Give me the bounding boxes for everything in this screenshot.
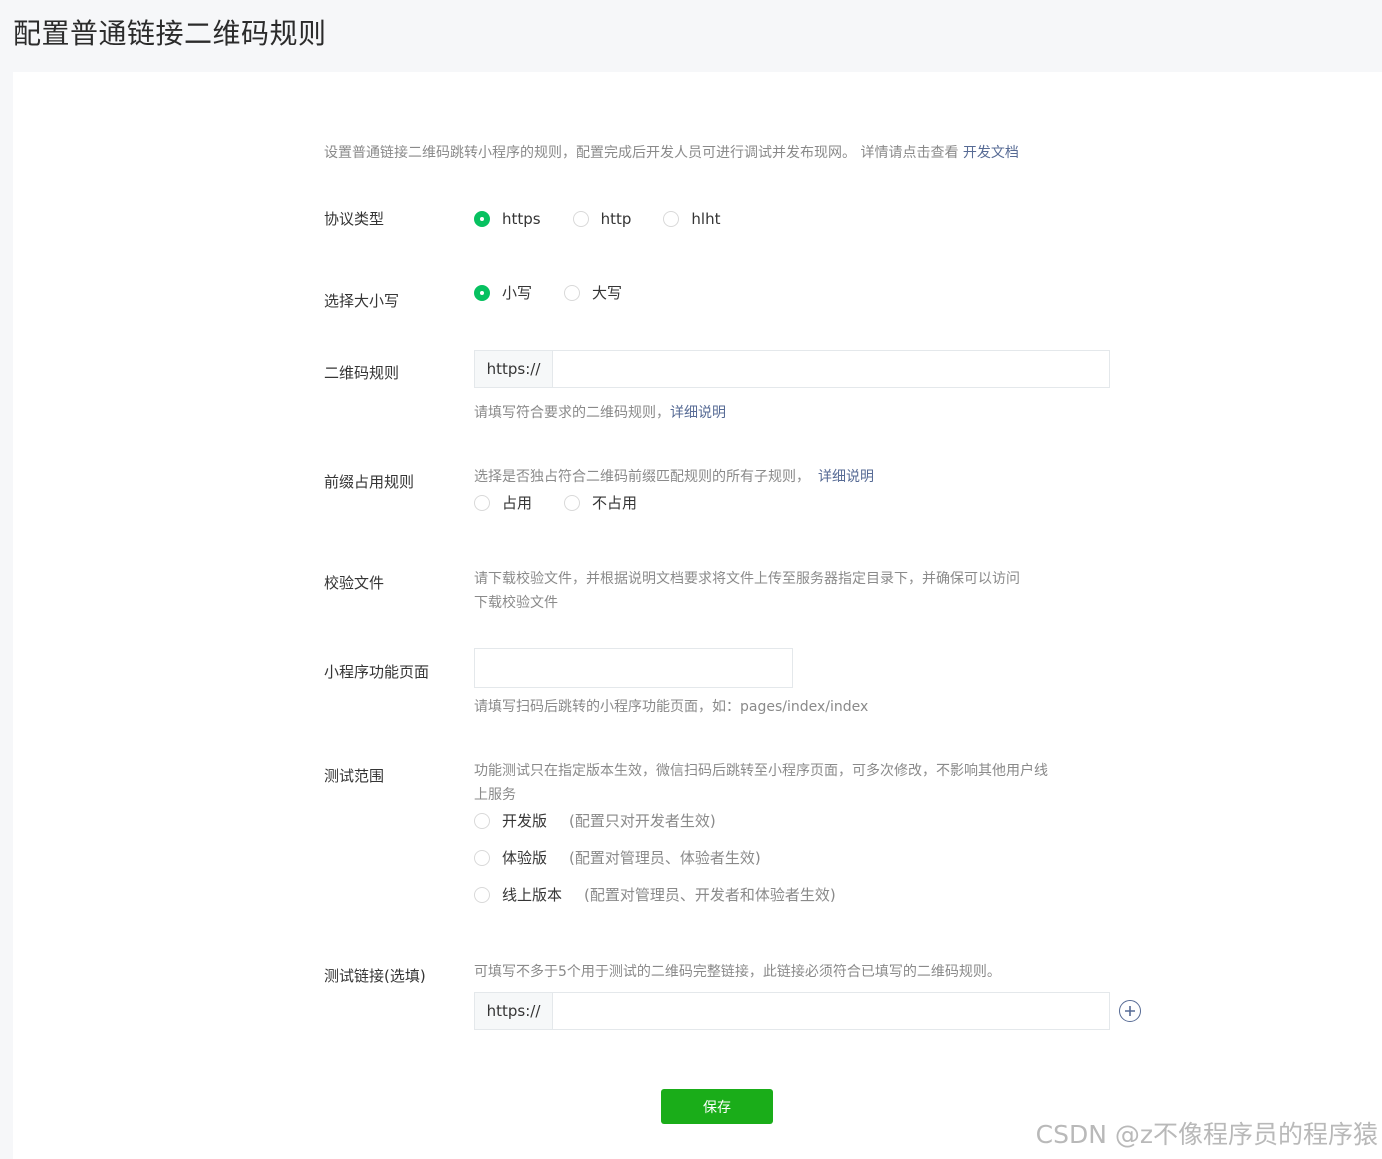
protocol-https-radio[interactable]: https	[474, 210, 541, 228]
case-label: 选择大小写	[324, 292, 400, 310]
radio-unchecked-icon	[572, 211, 589, 227]
test-link-hint: 可填写不多于5个用于测试的二维码完整链接，此链接必须符合已填写的二维码规则。	[474, 964, 1001, 980]
prefix-rule-label: 前缀占用规则	[324, 473, 415, 491]
test-link-prefix: https://	[475, 993, 553, 1029]
case-option-label: 小写	[502, 284, 533, 302]
qr-rule-prefix: https://	[475, 351, 553, 387]
intro-description: 设置普通链接二维码跳转小程序的规则，配置完成后开发人员可进行调试并发布现网。 详…	[324, 145, 963, 161]
page-title: 配置普通链接二维码规则	[13, 17, 327, 50]
prefix-rule-hint-text: 选择是否独占符合二维码前缀匹配规则的所有子规则，	[474, 469, 810, 485]
qr-rule-detail-link[interactable]: 详细说明	[670, 405, 726, 421]
test-link-input[interactable]	[553, 993, 1109, 1029]
protocol-option-label: http	[600, 210, 632, 228]
protocol-http-radio[interactable]: http	[572, 210, 632, 228]
protocol-label: 协议类型	[324, 210, 385, 228]
scope-option-name: 体验版	[502, 849, 548, 867]
radio-checked-icon	[474, 284, 490, 301]
test-scope-hint-line2: 上服务	[474, 787, 516, 803]
dev-docs-link[interactable]: 开发文档	[963, 145, 1019, 161]
case-option-label: 大写	[592, 284, 623, 302]
radio-unchecked-icon	[564, 284, 581, 301]
test-link-input-group: https://	[474, 992, 1110, 1030]
protocol-radio-group: https http hlht	[474, 210, 720, 228]
protocol-option-label: hlht	[691, 210, 721, 228]
prefix-option-label: 占用	[502, 494, 533, 512]
radio-unchecked-icon	[474, 812, 490, 829]
prefix-occupy-radio[interactable]: 占用	[474, 492, 532, 513]
test-link-label: 测试链接(选填)	[324, 967, 426, 985]
qr-rule-hint-text: 请填写符合要求的二维码规则，	[474, 405, 670, 421]
plus-icon	[1125, 1006, 1135, 1016]
watermark: CSDN @z不像程序员的程序猿	[1035, 1120, 1378, 1149]
prefix-not-occupy-radio[interactable]: 不占用	[564, 492, 637, 513]
mp-page-hint: 请填写扫码后跳转的小程序功能页面，如：pages/index/index	[474, 699, 869, 715]
radio-unchecked-icon	[564, 494, 581, 511]
case-lower-radio[interactable]: 小写	[474, 282, 532, 303]
radio-unchecked-icon	[474, 494, 490, 511]
radio-unchecked-icon	[663, 211, 680, 227]
scope-trial-radio[interactable]: 体验版 (配置对管理员、体验者生效)	[474, 847, 761, 868]
radio-unchecked-icon	[474, 886, 490, 903]
scope-option-name: 开发版	[502, 812, 548, 830]
qr-rule-label: 二维码规则	[324, 364, 400, 382]
mp-page-label: 小程序功能页面	[324, 663, 430, 681]
prefix-rule-detail-link[interactable]: 详细说明	[818, 469, 874, 485]
scope-dev-radio[interactable]: 开发版 (配置只对开发者生效)	[474, 810, 716, 831]
case-upper-radio[interactable]: 大写	[564, 282, 622, 303]
protocol-option-label: https	[502, 210, 541, 228]
prefix-rule-hint: 选择是否独占符合二维码前缀匹配规则的所有子规则， 详细说明	[474, 466, 874, 486]
prefix-option-label: 不占用	[592, 494, 638, 512]
scope-option-note: (配置对管理员、体验者生效)	[569, 849, 761, 867]
verify-file-label: 校验文件	[324, 574, 385, 592]
qr-rule-hint: 请填写符合要求的二维码规则，详细说明	[474, 402, 726, 422]
qr-rule-input[interactable]	[553, 351, 1109, 387]
prefix-rule-radio-group: 占用 不占用	[474, 492, 637, 513]
scope-option-note: (配置只对开发者生效)	[569, 812, 716, 830]
scope-online-radio[interactable]: 线上版本 (配置对管理员、开发者和体验者生效)	[474, 884, 836, 905]
add-test-link-button[interactable]	[1119, 1000, 1141, 1022]
save-button[interactable]: 保存	[661, 1089, 773, 1124]
protocol-hlht-radio[interactable]: hlht	[663, 210, 720, 228]
test-scope-hint-line1: 功能测试只在指定版本生效，微信扫码后跳转至小程序页面，可多次修改，不影响其他用户…	[474, 763, 1048, 779]
download-verify-file-link[interactable]: 下载校验文件	[474, 592, 558, 612]
radio-unchecked-icon	[474, 849, 490, 866]
intro-text: 设置普通链接二维码跳转小程序的规则，配置完成后开发人员可进行调试并发布现网。 详…	[324, 142, 1019, 162]
radio-checked-icon	[474, 211, 490, 227]
qr-rule-input-group: https://	[474, 350, 1110, 388]
test-scope-label: 测试范围	[324, 767, 385, 785]
form-card: 设置普通链接二维码跳转小程序的规则，配置完成后开发人员可进行调试并发布现网。 详…	[13, 72, 1382, 1159]
case-radio-group: 小写 大写	[474, 282, 622, 303]
scope-option-note: (配置对管理员、开发者和体验者生效)	[584, 886, 836, 904]
scope-option-name: 线上版本	[502, 886, 563, 904]
verify-file-hint: 请下载校验文件，并根据说明文档要求将文件上传至服务器指定目录下，并确保可以访问	[474, 571, 1020, 587]
mp-page-input[interactable]	[474, 648, 793, 688]
